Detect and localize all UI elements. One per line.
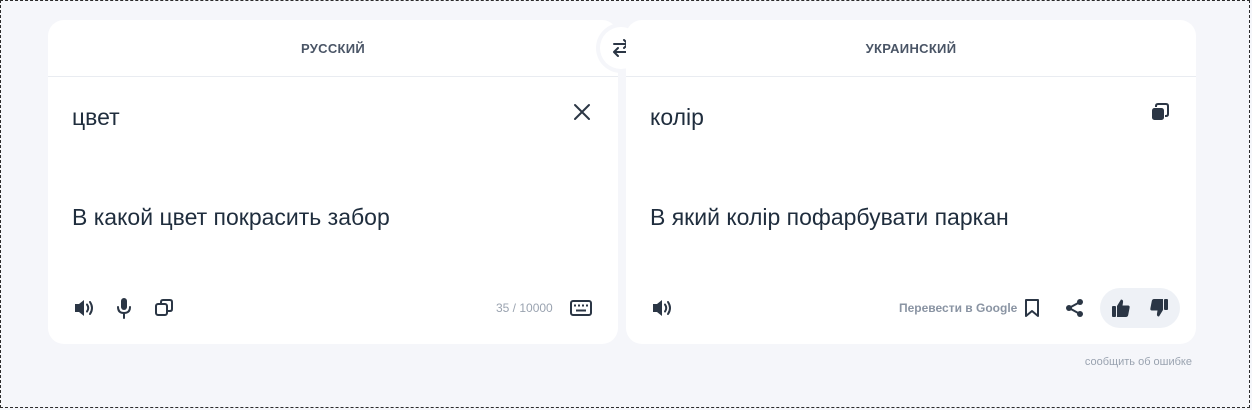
report-error-link[interactable]: сообщить об ошибке [1085, 356, 1192, 368]
target-panel: УКРАИНСКИЙ колір В який колір пофарбуват… [626, 20, 1196, 344]
target-copy-button[interactable] [1145, 97, 1175, 127]
source-panel: РУССКИЙ цвет В какой цвет покрасить забо… [48, 20, 618, 344]
target-translation-text: колір [650, 104, 704, 130]
bookmark-button[interactable] [1017, 293, 1047, 323]
copy-icon [1152, 103, 1169, 120]
keyboard-button[interactable] [566, 293, 596, 323]
source-language-selector[interactable]: РУССКИЙ [48, 20, 618, 77]
microphone-icon [117, 298, 131, 319]
target-language-label: УКРАИНСКИЙ [865, 40, 957, 56]
character-counter: 35 / 10000 [496, 301, 553, 315]
target-example-sentence: В який колір пофарбувати паркан [650, 204, 1009, 230]
clear-button[interactable] [567, 97, 597, 127]
copy-icon [155, 299, 173, 316]
keyboard-icon [570, 300, 592, 316]
share-button[interactable] [1060, 293, 1090, 323]
speaker-icon [75, 300, 93, 316]
target-language-selector[interactable]: УКРАИНСКИЙ [626, 20, 1196, 77]
like-button[interactable] [1106, 293, 1136, 323]
speaker-icon [653, 300, 671, 316]
source-speak-button[interactable] [70, 293, 100, 323]
share-icon [1066, 299, 1083, 317]
bookmark-icon [1025, 299, 1039, 317]
thumbs-down-icon [1150, 299, 1168, 317]
source-language-label: РУССКИЙ [300, 40, 366, 56]
source-input-text[interactable]: цвет [72, 104, 120, 131]
source-copy-button[interactable] [149, 293, 179, 323]
source-example-sentence: В какой цвет покрасить забор [72, 204, 390, 230]
thumbs-up-icon [1112, 299, 1130, 317]
close-icon [574, 104, 590, 120]
microphone-button[interactable] [109, 293, 139, 323]
target-speak-button[interactable] [648, 293, 678, 323]
dislike-button[interactable] [1144, 293, 1174, 323]
translate-in-google-link[interactable]: Перевести в Google [899, 301, 1017, 315]
